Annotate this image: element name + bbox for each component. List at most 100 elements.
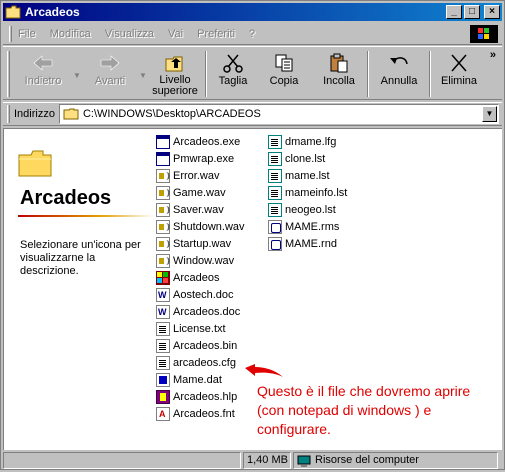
status-location-label: Risorse del computer [315,454,419,466]
forward-label: Avanti [94,75,126,87]
undo-label: Annulla [380,75,418,87]
window-title: Arcadeos [25,5,80,19]
menu-file[interactable]: File [18,28,36,40]
menu-modifica[interactable]: Modifica [50,28,91,40]
doc-icon [156,304,170,319]
scissors-icon [222,53,244,73]
cut-button[interactable]: Taglia [211,49,255,99]
address-dropdown-button[interactable]: ▼ [481,106,497,122]
dat-icon [156,372,170,387]
menu-help[interactable]: ? [249,28,255,40]
file-item[interactable]: Startup.wav [156,235,245,252]
file-name: dmame.lfg [285,135,337,148]
file-item[interactable]: Error.wav [156,167,245,184]
file-item[interactable]: mameinfo.lst [268,184,347,201]
exe-icon [156,151,170,166]
status-size: 1,40 MB [243,452,291,469]
file-item[interactable]: Mame.dat [156,371,245,388]
forward-dropdown-icon[interactable]: ▼ [139,71,147,80]
file-name: Error.wav [173,169,220,182]
paste-button[interactable]: Incolla [313,49,365,99]
delete-button[interactable]: Elimina [435,49,483,99]
wav-icon [156,168,170,183]
minimize-button[interactable]: _ [446,5,462,19]
toolbar: Indietro ▼ Avanti ▼ Livello superiore Ta… [3,46,502,100]
file-item[interactable]: MAME.rms [268,218,347,235]
address-label: Indirizzo [14,108,55,120]
cut-label: Taglia [218,75,248,87]
file-item[interactable]: Shutdown.wav [156,218,245,235]
toolbar-more-chevron[interactable]: » [490,49,496,61]
file-item[interactable]: Game.wav [156,184,245,201]
undo-button[interactable]: Annulla [373,49,425,99]
menu-preferiti[interactable]: Preferiti [197,28,235,40]
address-field[interactable]: C:\WINDOWS\Desktop\ARCADEOS ▼ [58,104,499,124]
file-name: clone.lst [285,152,326,165]
clipboard-icon [328,53,350,73]
hlp-icon [156,389,170,404]
file-item[interactable]: Saver.wav [156,201,245,218]
file-item[interactable]: Arcadeos [156,269,245,286]
address-bar: Indirizzo C:\WINDOWS\Desktop\ARCADEOS ▼ [3,102,502,126]
file-item[interactable]: dmame.lfg [268,133,347,150]
file-name: License.txt [173,322,226,335]
close-button[interactable]: × [484,5,500,19]
file-item[interactable]: Arcadeos.bin [156,337,245,354]
annotation-text: Questo è il file che dovremo aprire (con… [257,383,471,437]
txt-icon [156,321,170,336]
exe-icon [156,134,170,149]
lst-icon [268,134,282,149]
file-item[interactable]: Arcadeos.exe [156,133,245,150]
pane-divider [18,215,154,217]
menu-bar: File Modifica Visualizza Vai Preferiti ? [3,24,502,45]
file-item[interactable]: Arcadeos.hlp [156,388,245,405]
lst-icon [268,151,282,166]
file-item[interactable]: Window.wav [156,252,245,269]
copy-button[interactable]: Copia [261,49,307,99]
file-item[interactable]: Arcadeos.doc [156,303,245,320]
back-dropdown-icon[interactable]: ▼ [73,71,81,80]
wav-icon [156,185,170,200]
annotation-arrow-icon [243,363,285,381]
undo-icon [388,53,410,73]
back-button[interactable]: Indietro [15,49,71,99]
windows-logo-icon [470,25,498,43]
delete-x-icon [448,53,470,73]
file-name: Arcadeos.hlp [173,390,238,403]
forward-button[interactable]: Avanti [83,49,137,99]
file-name: Pmwrap.exe [173,152,235,165]
file-item[interactable]: License.txt [156,320,245,337]
lst-icon [268,168,282,183]
doc-icon [156,287,170,302]
file-item[interactable]: Aostech.doc [156,286,245,303]
menubar-grip[interactable] [9,26,12,42]
file-list-column-2: dmame.lfg clone.lst mame.lst mameinfo.lst ne… [268,133,347,252]
addressbar-grip[interactable] [7,105,10,123]
file-item[interactable]: arcadeos.cfg [156,354,245,371]
up-level-button[interactable]: Livello superiore [149,49,201,99]
maximize-button[interactable]: □ [464,5,480,19]
back-arrow-icon [32,53,54,73]
toolbar-separator [429,51,431,97]
wav-icon [156,236,170,251]
file-item[interactable]: MAME.rnd [268,235,347,252]
up-level-label-2: superiore [152,85,198,97]
file-item[interactable]: clone.lst [268,150,347,167]
fnt-icon [156,406,170,421]
file-item[interactable]: mame.lst [268,167,347,184]
file-item[interactable]: neogeo.lst [268,201,347,218]
delete-label: Elimina [440,75,478,87]
file-item[interactable]: Arcadeos.fnt [156,405,245,422]
menu-visualizza[interactable]: Visualizza [105,28,154,40]
web-view-pane: Arcadeos Selezionare un'icona per visual… [4,129,154,449]
file-name: Window.wav [173,254,235,267]
app-icon [156,270,170,285]
status-empty [3,452,241,469]
lst-icon [268,185,282,200]
explorer-window: Arcadeos _ □ × File Modifica Visualizza … [0,0,505,470]
toolbar-grip[interactable] [7,51,10,97]
wav-icon [156,253,170,268]
file-item[interactable]: Pmwrap.exe [156,150,245,167]
menu-vai[interactable]: Vai [168,28,183,40]
title-bar[interactable]: Arcadeos _ □ × [3,3,502,21]
